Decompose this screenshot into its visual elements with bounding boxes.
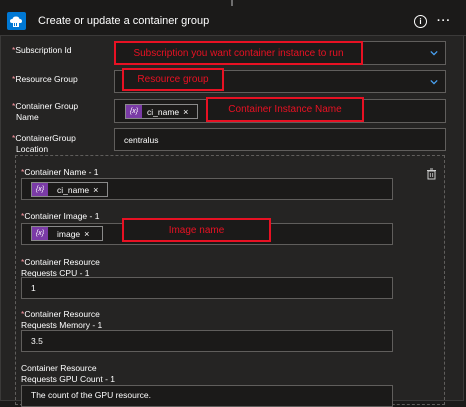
container-group-name-label-line2: Name <box>16 112 39 122</box>
container-image-label-text: Container Image - 1 <box>24 211 100 221</box>
gpu-field[interactable]: The count of the GPU resource. <box>21 385 393 407</box>
container-name-label: *Container Name - 1 <box>21 167 98 178</box>
remove-token-icon[interactable]: × <box>183 107 188 117</box>
annotation-resource-group: Resource group <box>122 68 224 91</box>
memory-label-line2: Requests Memory - 1 <box>21 320 103 330</box>
container-group-name-label-line1: Container Group <box>15 101 79 111</box>
annotation-instance-name: Container Instance Name <box>206 97 364 122</box>
token-image[interactable]: {x} image × <box>31 226 103 241</box>
resource-group-label-text: Resource Group <box>15 74 78 84</box>
location-label-line2: Location <box>16 144 49 154</box>
token-ci-name[interactable]: {x} ci_name × <box>31 182 108 197</box>
resource-group-label: *Resource Group <box>12 74 78 85</box>
remove-token-icon[interactable]: × <box>84 229 89 239</box>
gpu-label: Container Resource Requests GPU Count - 1 <box>21 363 115 385</box>
chevron-down-icon <box>430 50 438 56</box>
token-ci-name[interactable]: {x} ci_name × <box>125 104 198 119</box>
cpu-field[interactable]: 1 <box>21 277 393 299</box>
memory-label-line1: Container Resource <box>24 309 100 319</box>
memory-field[interactable]: 3.5 <box>21 330 393 352</box>
cpu-label-line1: Container Resource <box>24 257 100 267</box>
annotation-image-name: Image name <box>122 218 271 242</box>
gpu-label-line2: Requests GPU Count - 1 <box>21 374 116 384</box>
cpu-label: *Container Resource Requests CPU - 1 <box>21 257 100 279</box>
container-instance-icon <box>7 12 26 30</box>
token-label: ci_name <box>147 106 180 117</box>
expression-icon: {x} <box>126 105 142 118</box>
expression-icon: {x} <box>32 183 48 196</box>
container-image-label: *Container Image - 1 <box>21 211 99 222</box>
location-value: centralus <box>124 134 159 145</box>
location-label: *ContainerGroup Location <box>12 133 76 155</box>
more-options-icon[interactable]: ··· <box>437 15 451 27</box>
card-title: Create or update a container group <box>38 15 210 27</box>
location-field[interactable]: centralus <box>114 128 446 151</box>
container-name-label-text: Container Name - 1 <box>24 167 99 177</box>
gpu-placeholder: The count of the GPU resource. <box>31 390 152 400</box>
info-icon[interactable]: i <box>414 15 427 28</box>
token-label: ci_name <box>57 184 90 195</box>
memory-label: *Container Resource Requests Memory - 1 <box>21 309 102 331</box>
expression-icon: {x} <box>32 227 48 240</box>
cpu-value: 1 <box>31 283 36 293</box>
remove-token-icon[interactable]: × <box>93 185 98 195</box>
chevron-down-icon <box>430 79 438 85</box>
subscription-label-text: Subscription Id <box>15 45 72 55</box>
memory-value: 3.5 <box>31 336 43 346</box>
container-group-name-label: *Container Group Name <box>12 101 78 123</box>
subscription-label: *Subscription Id <box>12 45 72 56</box>
token-label: image <box>57 228 81 239</box>
delete-icon[interactable] <box>426 168 437 180</box>
gpu-label-line1: Container Resource <box>21 363 97 373</box>
annotation-subscription: Subscription you want container instance… <box>114 41 363 65</box>
card-header[interactable]: Create or update a container group i ··· <box>0 6 466 36</box>
location-label-line1: ContainerGroup <box>15 133 76 143</box>
